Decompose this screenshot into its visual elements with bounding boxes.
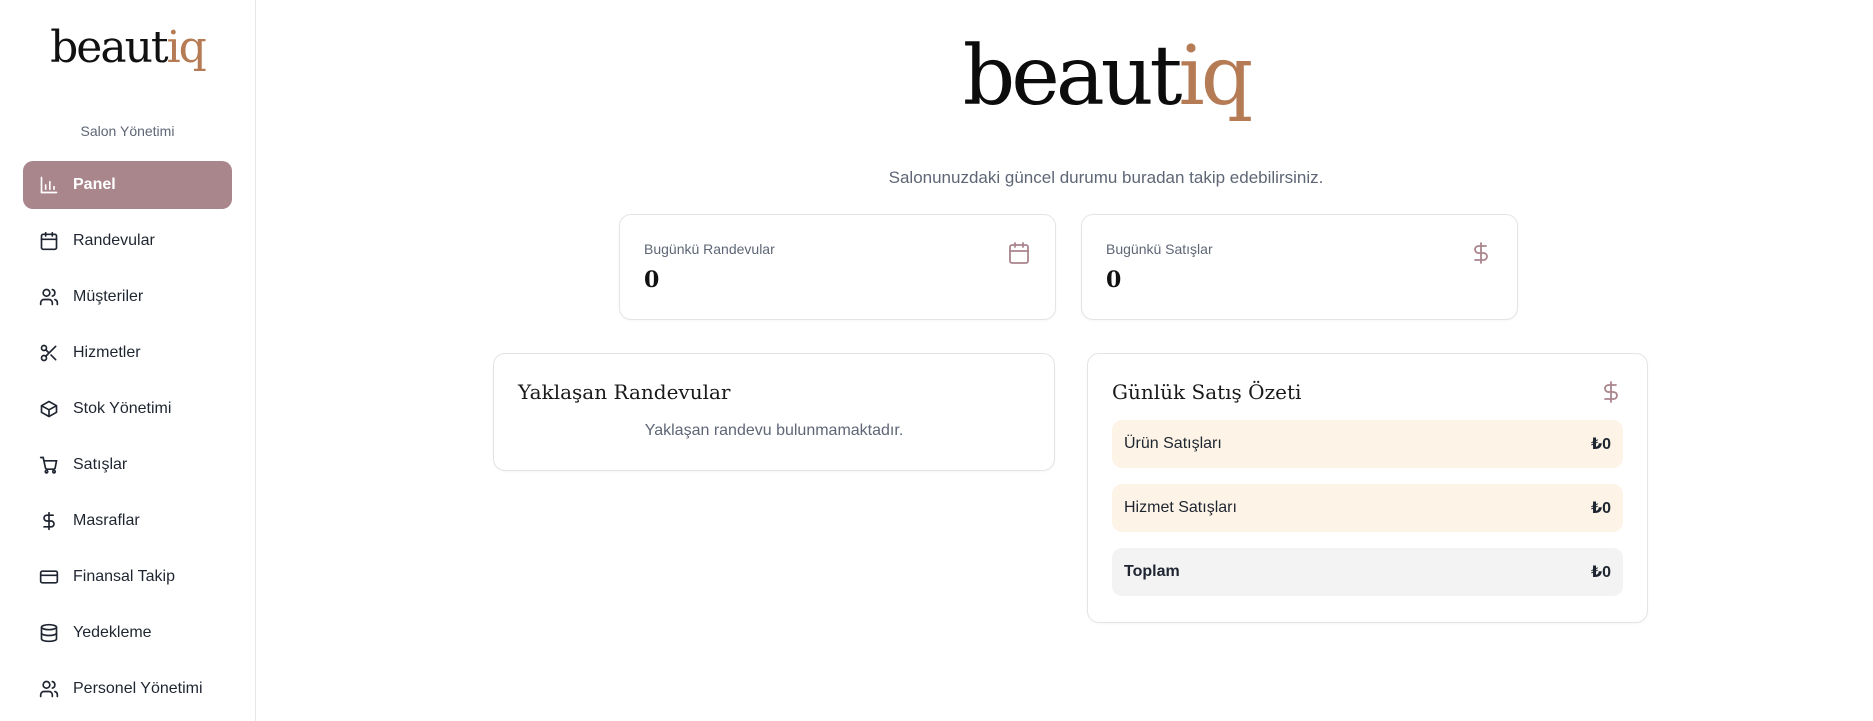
calendar-icon [1007, 241, 1031, 265]
stat-label: Bugünkü Satışlar [1106, 241, 1213, 257]
sales-row-label: Toplam [1124, 563, 1180, 580]
sidebar-item-label: Masraflar [73, 512, 140, 529]
dollar-icon [39, 511, 59, 531]
hero-logo: beautiq [962, 29, 1253, 124]
stat-value: 0 [644, 267, 660, 293]
sales-row-amount: ₺0 [1590, 436, 1611, 453]
sidebar-item-yedekleme[interactable]: Yedekleme [23, 609, 232, 657]
database-icon [39, 623, 59, 643]
users-icon [39, 679, 59, 699]
sales-row-label: Ürün Satışları [1124, 435, 1222, 452]
sales-row-total: Toplam ₺0 [1112, 548, 1623, 596]
sidebar-item-label: Randevular [73, 232, 155, 249]
sidebar-item-label: Finansal Takip [73, 568, 175, 585]
daily-sales-summary-card: Günlük Satış Özeti Ürün Satışları ₺0 Hiz… [1087, 353, 1648, 623]
cart-icon [39, 455, 59, 475]
stat-card-appointments: Bugünkü Randevular 0 [619, 214, 1056, 320]
main-content: beautiq Salonunuzdaki güncel durumu bura… [256, 0, 1873, 721]
sidebar-item-masraflar[interactable]: Masraflar [23, 497, 232, 545]
sales-row-amount: ₺0 [1590, 564, 1611, 581]
sidebar-item-musteriler[interactable]: Müşteriler [23, 273, 232, 321]
upcoming-appointments-card: Yaklaşan Randevular Yaklaşan randevu bul… [493, 353, 1055, 471]
sales-row-amount: ₺0 [1590, 500, 1611, 517]
sidebar-item-finansal-takip[interactable]: Finansal Takip [23, 553, 232, 601]
dollar-icon [1469, 241, 1493, 265]
sidebar-nav: Panel Randevular Müşteriler Hizmetler St… [0, 161, 255, 721]
sidebar-item-label: Panel [73, 176, 116, 193]
empty-state-text: Yaklaşan randevu bulunmamaktadır. [644, 422, 904, 439]
sales-row-product: Ürün Satışları ₺0 [1112, 420, 1623, 468]
sidebar-item-hizmetler[interactable]: Hizmetler [23, 329, 232, 377]
stat-card-sales: Bugünkü Satışlar 0 [1081, 214, 1518, 320]
sidebar-item-label: Müşteriler [73, 288, 144, 305]
sidebar-subtitle: Salon Yönetimi [80, 123, 175, 139]
sidebar-item-label: Yedekleme [73, 624, 152, 641]
sidebar-item-label: Personel Yönetimi [73, 680, 203, 697]
sidebar-item-label: Stok Yönetimi [73, 400, 172, 417]
dollar-icon [1599, 380, 1623, 404]
sales-row-label: Hizmet Satışları [1124, 499, 1237, 516]
sidebar-item-satislar[interactable]: Satışlar [23, 441, 232, 489]
package-icon [39, 399, 59, 419]
calendar-icon [39, 231, 59, 251]
panel-title: Günlük Satış Özeti [1112, 380, 1302, 404]
sidebar-item-stok-yonetimi[interactable]: Stok Yönetimi [23, 385, 232, 433]
panel-title: Yaklaşan Randevular [518, 380, 731, 404]
sidebar-item-personel-yonetimi[interactable]: Personel Yönetimi [23, 665, 232, 713]
sidebar-item-panel[interactable]: Panel [23, 161, 232, 209]
sidebar-item-randevular[interactable]: Randevular [23, 217, 232, 265]
sidebar-item-label: Satışlar [73, 456, 128, 473]
sidebar-logo[interactable]: beautiq [0, 26, 255, 71]
stat-value: 0 [1106, 267, 1122, 293]
sidebar: beautiq Salon Yönetimi Panel Randevular … [0, 0, 256, 721]
users-icon [39, 287, 59, 307]
stat-label: Bugünkü Randevular [644, 241, 775, 257]
page-subtitle: Salonunuzdaki güncel durumu buradan taki… [888, 168, 1324, 187]
credit-card-icon [39, 567, 59, 587]
sidebar-item-label: Hizmetler [73, 344, 141, 361]
bar-chart-icon [39, 175, 59, 195]
sales-row-service: Hizmet Satışları ₺0 [1112, 484, 1623, 532]
scissors-icon [39, 343, 59, 363]
